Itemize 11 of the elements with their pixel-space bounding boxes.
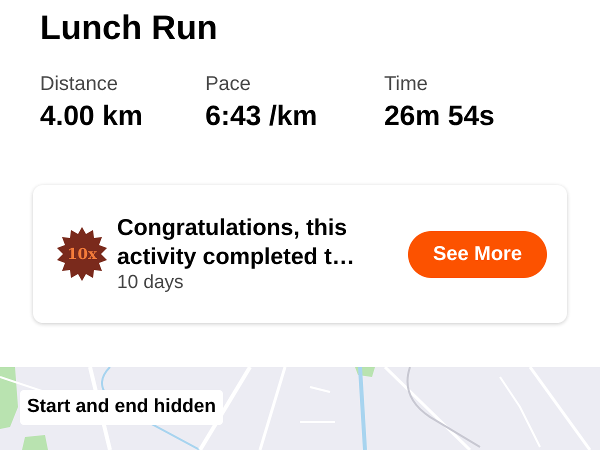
stat-label: Distance [40, 72, 119, 96]
stat-value: 4.00 km [40, 99, 144, 133]
stat-label: Pace [205, 72, 252, 96]
stat-label: Time [384, 72, 429, 96]
achievement-subtitle: 10 days [117, 271, 185, 295]
map-notice: Start and end hidden [20, 390, 223, 424]
activity-title: Lunch Run [40, 8, 219, 49]
stat-value: 26m 54s [384, 99, 496, 133]
stat-value: 6:43 /km [205, 99, 318, 133]
achievement-headline: Congratulations, this activity completed t… [117, 213, 356, 271]
see-more-button[interactable]: See More [408, 230, 547, 278]
